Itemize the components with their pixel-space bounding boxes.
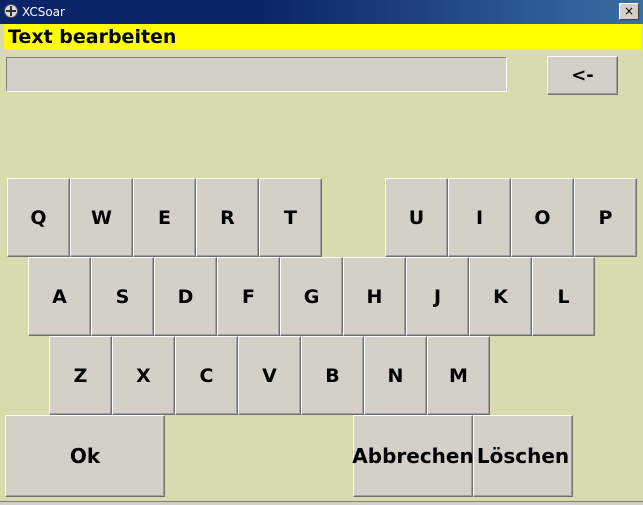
key-s[interactable]: S	[91, 257, 154, 336]
text-edit-field[interactable]	[6, 57, 507, 92]
key-d[interactable]: D	[154, 257, 217, 336]
ok-button[interactable]: Ok	[5, 415, 165, 497]
key-f[interactable]: F	[217, 257, 280, 336]
key-t[interactable]: T	[259, 178, 322, 257]
key-i[interactable]: I	[448, 178, 511, 257]
key-e[interactable]: E	[133, 178, 196, 257]
dialog-caption: Text bearbeiten	[4, 24, 641, 50]
key-p[interactable]: P	[574, 178, 637, 257]
close-icon[interactable]: ×	[619, 3, 639, 20]
key-x[interactable]: X	[112, 336, 175, 415]
backspace-button[interactable]: <-	[547, 56, 618, 95]
key-o[interactable]: O	[511, 178, 574, 257]
key-l[interactable]: L	[532, 257, 595, 336]
key-w[interactable]: W	[70, 178, 133, 257]
key-b[interactable]: B	[301, 336, 364, 415]
key-q[interactable]: Q	[7, 178, 70, 257]
key-z[interactable]: Z	[49, 336, 112, 415]
key-n[interactable]: N	[364, 336, 427, 415]
key-v[interactable]: V	[238, 336, 301, 415]
key-m[interactable]: M	[427, 336, 490, 415]
cancel-button[interactable]: Abbrechen	[352, 415, 474, 497]
key-a[interactable]: A	[28, 257, 91, 336]
key-r[interactable]: R	[196, 178, 259, 257]
key-g[interactable]: G	[280, 257, 343, 336]
key-j[interactable]: J	[406, 257, 469, 336]
window-bottom-border	[0, 501, 643, 505]
key-u[interactable]: U	[385, 178, 448, 257]
application-window: XCSoar × Text bearbeiten <- Q W E R T U …	[0, 0, 643, 505]
xcsoar-app-icon	[4, 4, 18, 18]
key-k[interactable]: K	[469, 257, 532, 336]
title-bar: XCSoar ×	[0, 0, 643, 24]
key-c[interactable]: C	[175, 336, 238, 415]
window-title: XCSoar	[22, 5, 65, 19]
key-h[interactable]: H	[343, 257, 406, 336]
clear-button[interactable]: Löschen	[473, 415, 573, 497]
